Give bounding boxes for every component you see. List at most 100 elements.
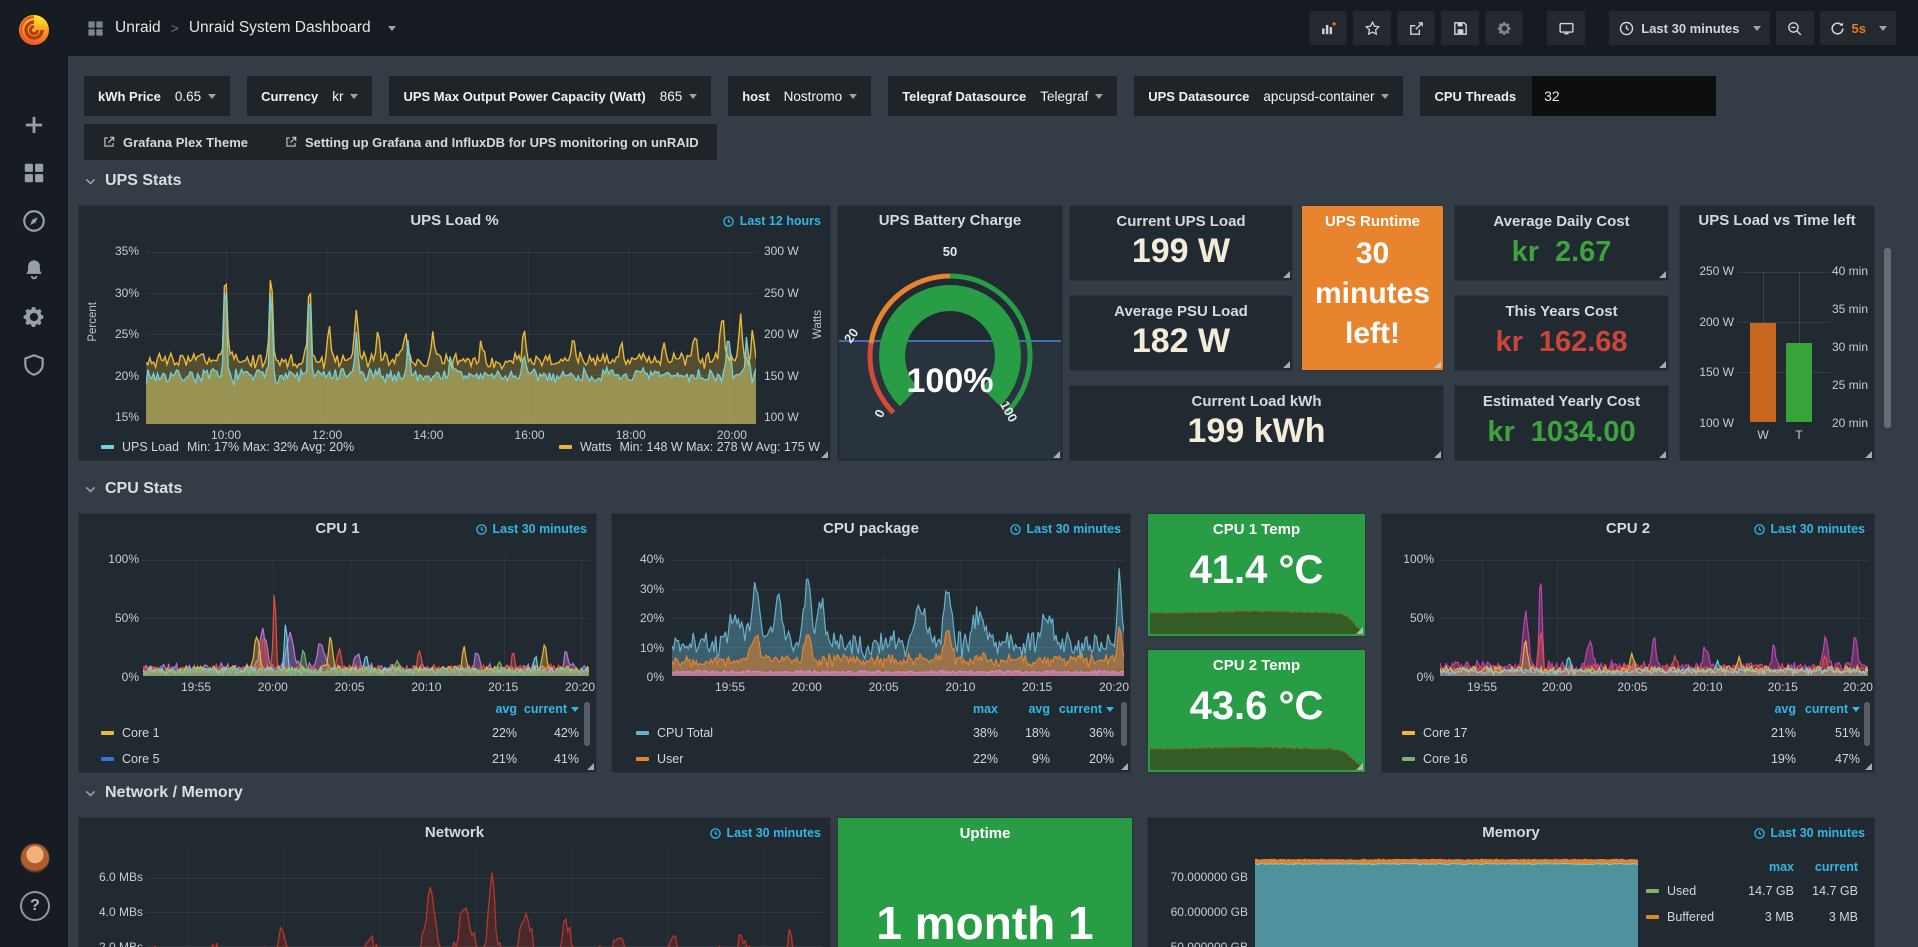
- legend-sort-avg[interactable]: avg: [1740, 698, 1796, 720]
- legend-sort-max[interactable]: max: [942, 698, 998, 720]
- legend-scrollbar[interactable]: [1121, 702, 1127, 746]
- panel-title[interactable]: Average PSU Load: [1070, 303, 1292, 320]
- bar-watts[interactable]: [1750, 323, 1776, 422]
- section-network-memory[interactable]: Network / Memory: [84, 784, 243, 802]
- legend-sort-avg[interactable]: avg: [461, 698, 517, 720]
- memory-chart[interactable]: [1255, 848, 1638, 947]
- add-panel-button[interactable]: [1309, 11, 1347, 45]
- var-value[interactable]: Telegraf: [1040, 89, 1103, 104]
- section-cpu-stats[interactable]: CPU Stats: [84, 480, 182, 498]
- panel-title[interactable]: UPS Battery Charge: [838, 212, 1062, 229]
- legend-scrollbar[interactable]: [584, 702, 590, 746]
- breadcrumb-dashboard-title[interactable]: Unraid System Dashboard: [189, 19, 371, 37]
- chevron-down-icon[interactable]: [388, 26, 396, 31]
- legend-sort-current[interactable]: current: [1794, 856, 1858, 878]
- server-admin-shield-icon[interactable]: [21, 352, 47, 378]
- panel-title[interactable]: Current UPS Load: [1070, 213, 1292, 230]
- legend-watts[interactable]: Watts Min: 148 W Max: 278 W Avg: 175 W: [559, 440, 820, 454]
- legend-sort-current[interactable]: current: [1050, 698, 1114, 720]
- breadcrumb-app[interactable]: Unraid: [115, 19, 161, 37]
- var-ups-datasource[interactable]: UPS Datasourceapcupsd-container: [1134, 76, 1403, 116]
- sidebar: ?: [0, 0, 68, 947]
- panel-time-override: Last 12 hours: [722, 214, 821, 228]
- time-range-label: Last 30 minutes: [1641, 21, 1739, 36]
- legend-series[interactable]: Core 5: [101, 746, 461, 772]
- axis-tick: 10%: [640, 641, 664, 655]
- cpu1-chart[interactable]: [143, 556, 589, 676]
- panel-title[interactable]: Current Load kWh: [1070, 393, 1443, 410]
- chevron-down-icon[interactable]: [1879, 26, 1887, 31]
- var-label: Currency: [261, 89, 318, 104]
- network-chart[interactable]: [147, 848, 823, 947]
- axis-tick: 20:00: [777, 680, 837, 694]
- refresh-button[interactable]: 5s: [1820, 11, 1896, 45]
- create-plus-icon[interactable]: [21, 112, 47, 138]
- panel-title[interactable]: UPS Runtime: [1302, 213, 1443, 230]
- var-value[interactable]: Nostromo: [784, 89, 858, 104]
- panel-title[interactable]: CPU 2 Temp: [1148, 657, 1365, 674]
- cpu-threads-input[interactable]: [1532, 76, 1716, 116]
- panel-title[interactable]: Estimated Yearly Cost: [1455, 393, 1668, 410]
- panel-title[interactable]: UPS Load %: [79, 212, 830, 229]
- cpu-package-chart[interactable]: [672, 556, 1124, 676]
- var-kwh-price[interactable]: kWh Price 0.65: [84, 76, 230, 116]
- panel-title[interactable]: CPU 1 Temp: [1148, 521, 1365, 538]
- refresh-interval-label[interactable]: 5s: [1852, 21, 1866, 36]
- section-ups-stats[interactable]: UPS Stats: [84, 172, 181, 190]
- legend-series[interactable]: Buffered: [1646, 904, 1730, 930]
- link-ups-monitoring-guide[interactable]: Setting up Grafana and InfluxDB for UPS …: [266, 124, 717, 160]
- var-ups-max-output[interactable]: UPS Max Output Power Capacity (Watt)865: [389, 76, 711, 116]
- help-icon[interactable]: ?: [20, 891, 50, 921]
- var-value[interactable]: 865: [660, 89, 698, 104]
- configuration-gear-icon[interactable]: [21, 304, 47, 330]
- grafana-logo-icon[interactable]: [14, 9, 54, 49]
- time-range-picker[interactable]: Last 30 minutes: [1609, 11, 1769, 45]
- axis-tick: 30%: [640, 582, 664, 596]
- dashboards-icon[interactable]: [21, 160, 47, 186]
- legend-sort-max[interactable]: max: [1730, 856, 1794, 878]
- explore-compass-icon[interactable]: [21, 208, 47, 234]
- legend-scrollbar[interactable]: [1864, 702, 1870, 746]
- save-dashboard-button[interactable]: [1441, 11, 1479, 45]
- panel-title[interactable]: UPS Load vs Time left: [1680, 212, 1874, 229]
- star-dashboard-button[interactable]: [1353, 11, 1391, 45]
- var-telegraf-datasource[interactable]: Telegraf DatasourceTelegraf: [888, 76, 1117, 116]
- var-value[interactable]: kr: [332, 89, 358, 104]
- axis-tick: 20:15: [473, 680, 533, 694]
- legend-sort-current[interactable]: current: [1796, 698, 1860, 720]
- clock-icon: [1753, 827, 1766, 840]
- legend-series[interactable]: Core 16: [1402, 746, 1740, 772]
- page-scrollbar[interactable]: [1884, 248, 1891, 428]
- axis-tick: 30%: [115, 286, 139, 300]
- panel-title[interactable]: Uptime: [838, 825, 1132, 842]
- legend-series[interactable]: Used: [1646, 878, 1730, 904]
- zoom-out-time-button[interactable]: [1776, 11, 1814, 45]
- bar-time-left[interactable]: [1786, 343, 1812, 422]
- var-currency[interactable]: Currency kr: [247, 76, 372, 116]
- clock-icon: [475, 523, 488, 536]
- share-dashboard-button[interactable]: [1397, 11, 1435, 45]
- legend-series-name[interactable]: UPS Load: [122, 440, 179, 454]
- cpu2-chart[interactable]: [1440, 556, 1868, 676]
- var-value[interactable]: 0.65: [175, 89, 216, 104]
- var-value[interactable]: apcupsd-container: [1263, 89, 1389, 104]
- link-grafana-plex-theme[interactable]: Grafana Plex Theme: [84, 124, 266, 160]
- legend-series[interactable]: Core 17: [1402, 720, 1740, 746]
- legend-series-stats: Min: 17% Max: 32% Avg: 20%: [187, 440, 354, 454]
- var-host[interactable]: hostNostromo: [728, 76, 871, 116]
- var-label: kWh Price: [98, 89, 161, 104]
- legend-sort-current[interactable]: current: [517, 698, 579, 720]
- alerting-bell-icon[interactable]: [21, 256, 47, 282]
- legend-ups-load[interactable]: UPS Load Min: 17% Max: 32% Avg: 20%: [101, 440, 354, 454]
- legend-series[interactable]: CPU Total: [636, 720, 942, 746]
- ups-load-chart[interactable]: [146, 248, 756, 424]
- legend-sort-avg[interactable]: avg: [998, 698, 1050, 720]
- legend-series[interactable]: User: [636, 746, 942, 772]
- user-avatar[interactable]: [20, 843, 50, 873]
- dashboard-settings-button[interactable]: [1485, 11, 1523, 45]
- panel-title[interactable]: Average Daily Cost: [1455, 213, 1668, 230]
- tv-kiosk-mode-button[interactable]: [1547, 11, 1585, 45]
- legend-series[interactable]: Core 1: [101, 720, 461, 746]
- panel-title[interactable]: This Years Cost: [1455, 303, 1668, 320]
- legend-series-name[interactable]: Watts: [580, 440, 611, 454]
